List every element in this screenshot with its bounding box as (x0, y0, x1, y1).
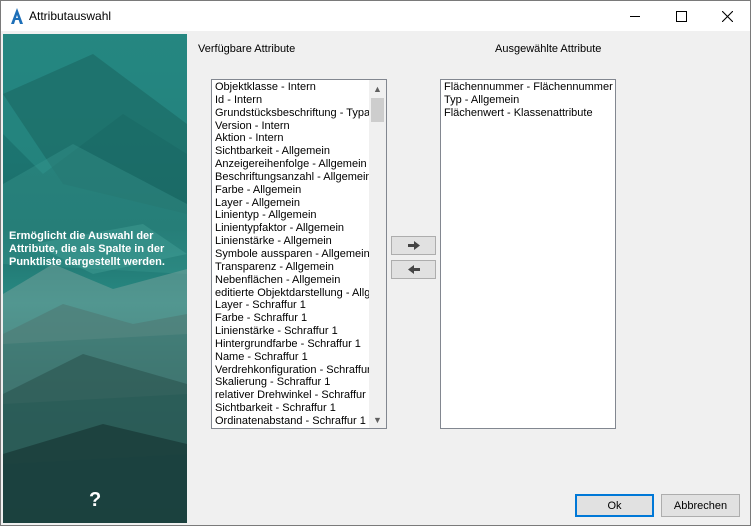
arrow-left-icon (407, 265, 420, 274)
list-item[interactable]: Skalierung - Schraffur 1 (215, 376, 369, 389)
list-item[interactable]: Symbole aussparen - Allgemein (215, 248, 369, 261)
list-item[interactable]: editierte Objektdarstellung - Allgemein (215, 287, 369, 300)
sidebar-description: Ermöglicht die Auswahl der Attribute, di… (9, 230, 165, 268)
list-item[interactable]: Anzeigereihenfolge - Allgemein (215, 158, 369, 171)
list-item[interactable]: Linienstärke - Allgemein (215, 235, 369, 248)
list-item[interactable]: Flächenwert - Klassenattribute (444, 107, 615, 120)
maximize-button[interactable] (658, 1, 704, 31)
scroll-up-icon[interactable]: ▲ (369, 80, 386, 97)
minimize-button[interactable] (612, 1, 658, 31)
available-attributes-label: Verfügbare Attribute (198, 43, 296, 55)
scroll-down-icon[interactable]: ▼ (369, 411, 386, 428)
maximize-icon (675, 10, 687, 22)
list-item[interactable]: Nebenflächen - Allgemein (215, 274, 369, 287)
list-item[interactable]: Linientypfaktor - Allgemein (215, 222, 369, 235)
available-attributes-list[interactable]: Objektklasse - Intern Id - Intern Grundstü… (211, 79, 387, 429)
list-item[interactable]: Verdrehkonfiguration - Schraffur 1 (215, 364, 369, 377)
list-item[interactable]: Id - Intern (215, 94, 369, 107)
cancel-button[interactable]: Abbrechen (661, 494, 740, 517)
close-icon (721, 10, 733, 22)
list-item[interactable]: Hintergrundfarbe - Schraffur 1 (215, 338, 369, 351)
list-item[interactable]: Linienstärke - Schraffur 1 (215, 325, 369, 338)
help-button[interactable]: ? (89, 489, 101, 512)
list-item[interactable]: Farbe - Schraffur 1 (215, 312, 369, 325)
list-item[interactable]: Flächennummer - Flächennummer (444, 81, 615, 94)
close-button[interactable] (704, 1, 750, 31)
scroll-thumb[interactable] (371, 98, 384, 122)
selected-attributes-list[interactable]: Flächennummer - Flächennummer Typ - Allge… (440, 79, 616, 429)
list-item[interactable]: Typ - Allgemein (444, 94, 615, 107)
list-item[interactable]: Grundstücksbeschriftung - Typattribute (215, 107, 369, 120)
list-item[interactable]: Sichtbarkeit - Schraffur 1 (215, 402, 369, 415)
available-list-scrollbar[interactable]: ▲ ▼ (369, 80, 386, 428)
title-bar[interactable]: Attributauswahl (1, 1, 750, 31)
list-item[interactable]: Transparenz - Allgemein (215, 261, 369, 274)
list-item[interactable]: Aktion - Intern (215, 132, 369, 145)
dialog-window: Attributauswahl Ermöglicht die Auswahl d… (0, 0, 751, 526)
list-item[interactable]: Layer - Schraffur 1 (215, 299, 369, 312)
remove-attribute-button[interactable] (391, 260, 436, 279)
list-item[interactable]: Name - Schraffur 1 (215, 351, 369, 364)
autocad-a-icon (11, 8, 23, 24)
list-item[interactable]: Sichtbarkeit - Allgemein (215, 145, 369, 158)
landscape-image (3, 34, 187, 523)
list-item[interactable]: Farbe - Allgemein (215, 184, 369, 197)
list-item[interactable]: Layer - Allgemein (215, 197, 369, 210)
list-item[interactable]: relativer Drehwinkel - Schraffur 1 (215, 389, 369, 402)
sidebar-banner: Ermöglicht die Auswahl der Attribute, di… (3, 34, 187, 523)
ok-button[interactable]: Ok (575, 494, 654, 517)
list-item[interactable]: Ordinatenabstand - Schraffur 1 (215, 415, 369, 428)
list-item[interactable]: Linientyp - Allgemein (215, 209, 369, 222)
minimize-icon (630, 15, 640, 17)
arrow-right-icon (407, 241, 420, 250)
selected-attributes-label: Ausgewählte Attribute (495, 43, 602, 55)
list-item[interactable]: Beschriftungsanzahl - Allgemein (215, 171, 369, 184)
list-item[interactable]: Objektklasse - Intern (215, 81, 369, 94)
window-title: Attributauswahl (29, 9, 112, 23)
list-item[interactable]: Version - Intern (215, 120, 369, 133)
add-attribute-button[interactable] (391, 236, 436, 255)
